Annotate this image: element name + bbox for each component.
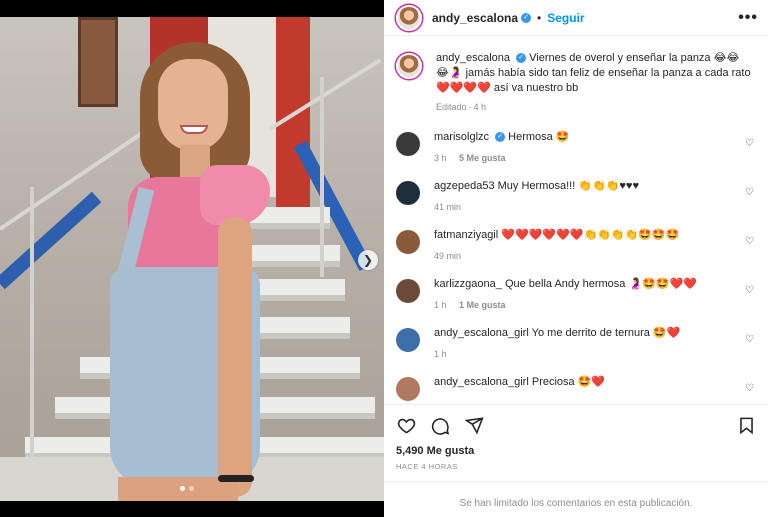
comment-row: fatmanziyagil ❤️❤️❤️❤️❤️❤️👏👏👏👏🤩🤩🤩 49 min… (396, 228, 756, 261)
bookmark-icon[interactable] (736, 415, 756, 435)
heart-icon[interactable]: ♡ (745, 138, 754, 149)
face (158, 59, 228, 151)
comment-meta: 1 h (434, 349, 734, 359)
action-icons (396, 405, 756, 445)
author-avatar[interactable] (396, 4, 422, 31)
commenter-avatar[interactable] (396, 230, 420, 254)
comment-author[interactable]: marisolglzc (434, 131, 489, 143)
author-avatar[interactable] (396, 53, 422, 79)
comment-author[interactable]: karlizzgaona_ (434, 278, 502, 290)
comment-time: 1 h (434, 349, 447, 359)
heart-icon[interactable]: ♡ (745, 285, 754, 296)
comment-meta: 41 min (434, 202, 734, 212)
verified-icon: ✓ (495, 132, 506, 143)
chevron-right-icon[interactable]: ❯ (358, 250, 378, 270)
comment-meta: 1 h 1 Me gusta (434, 300, 734, 310)
commenter-avatar[interactable] (396, 279, 420, 303)
comment-meta: 49 min (434, 251, 734, 261)
post-header: andy_escalona ✓ • Seguir ••• (384, 0, 768, 36)
stair-beam (0, 191, 102, 290)
rail-post (30, 187, 34, 457)
comment-row: marisolglzc ✓ Hermosa 🤩 3 h 5 Me gusta ♡ (396, 130, 756, 163)
send-icon[interactable] (464, 415, 484, 435)
arm (218, 217, 252, 497)
caption: andy_escalona ✓ Viernes de overol y ense… (396, 51, 756, 112)
comment-icon[interactable] (430, 415, 450, 435)
comment-author[interactable]: andy_escalona_girl (434, 327, 529, 339)
carousel-dots (180, 486, 194, 491)
comment-meta: 3 h 5 Me gusta (434, 153, 734, 163)
caption-meta: Editado · 4 h (436, 102, 487, 112)
caption-author[interactable]: andy_escalona (436, 52, 510, 64)
commenter-avatar[interactable] (396, 181, 420, 205)
comment-time: 3 h (434, 153, 447, 163)
comment-body: Muy Hermosa!!! 👏👏👏♥♥♥ (497, 180, 639, 192)
post-side-panel: andy_escalona ✓ • Seguir ••• andy_escalo… (384, 0, 768, 517)
heart-icon[interactable]: ♡ (745, 334, 754, 345)
comment-row: agzepeda53 Muy Hermosa!!! 👏👏👏♥♥♥ 41 min … (396, 179, 756, 212)
comment-row: karlizzgaona_ Que bella Andy hermosa 🤰🤩🤩… (396, 277, 756, 310)
comment-time: 49 min (434, 251, 462, 261)
comment-body: Preciosa 🤩❤️ (531, 376, 606, 388)
caption-time: 4 h (473, 102, 487, 112)
heart-icon[interactable]: ♡ (745, 383, 754, 394)
edited-label: Editado (436, 102, 467, 112)
comment-text: agzepeda53 Muy Hermosa!!! 👏👏👏♥♥♥ (434, 179, 734, 194)
pink-ruffle (200, 165, 270, 225)
bracelet (218, 475, 254, 482)
heart-icon[interactable] (396, 415, 416, 435)
follow-button[interactable]: Seguir (547, 11, 584, 25)
comment-text: andy_escalona_girl Yo me derrito de tern… (434, 326, 734, 341)
carousel-dot (180, 486, 185, 491)
photo-scene (0, 17, 384, 501)
rail-post (320, 77, 324, 277)
separator: • (537, 10, 542, 25)
comment-time: 41 min (434, 202, 462, 212)
more-options-icon[interactable]: ••• (738, 9, 758, 27)
comment-body: Hermosa 🤩 (508, 131, 570, 143)
comment-body: Que bella Andy hermosa 🤰🤩🤩❤️❤️ (504, 278, 697, 290)
verified-icon: ✓ (521, 12, 532, 23)
comment-body: ❤️❤️❤️❤️❤️❤️👏👏👏👏🤩🤩🤩 (501, 229, 680, 241)
comment-row: andy_escalona_girl Preciosa 🤩❤️ ♡ (396, 375, 756, 401)
caption-text: andy_escalona ✓ Viernes de overol y ense… (436, 51, 752, 96)
comment-text: andy_escalona_girl Preciosa 🤩❤️ (434, 375, 734, 390)
comment-likes[interactable]: 1 Me gusta (459, 300, 506, 310)
comment-text: karlizzgaona_ Que bella Andy hermosa 🤰🤩🤩… (434, 277, 734, 292)
comment-author[interactable]: agzepeda53 (434, 180, 495, 192)
post-timestamp: HACE 4 HORAS (396, 462, 458, 471)
author-username[interactable]: andy_escalona (432, 11, 518, 25)
verified-icon: ✓ (516, 53, 527, 64)
comment-body: Yo me derrito de ternura 🤩❤️ (531, 327, 681, 339)
heart-icon[interactable]: ♡ (745, 236, 754, 247)
comment-text: fatmanziyagil ❤️❤️❤️❤️❤️❤️👏👏👏👏🤩🤩🤩 (434, 228, 734, 243)
likes-count[interactable]: 5,490 Me gusta (396, 445, 756, 457)
comment-author[interactable]: andy_escalona_girl (434, 376, 529, 388)
comment-text: marisolglzc ✓ Hermosa 🤩 (434, 130, 734, 145)
carousel-dot (189, 486, 194, 491)
comments-limited-notice: Se han limitado los comentarios en esta … (384, 481, 768, 517)
post-actions: 5,490 Me gusta HACE 4 HORAS (384, 404, 768, 471)
heart-icon[interactable]: ♡ (745, 187, 754, 198)
comments-list[interactable]: andy_escalona ✓ Viernes de overol y ense… (384, 37, 768, 403)
comment-likes[interactable]: 5 Me gusta (459, 153, 506, 163)
commenter-avatar[interactable] (396, 328, 420, 352)
comment-time: 1 h (434, 300, 447, 310)
post-photo[interactable]: ❯ (0, 0, 384, 517)
comment-row: andy_escalona_girl Yo me derrito de tern… (396, 326, 756, 359)
commenter-avatar[interactable] (396, 377, 420, 401)
comment-author[interactable]: fatmanziyagil (434, 229, 498, 241)
commenter-avatar[interactable] (396, 132, 420, 156)
person (100, 37, 290, 501)
